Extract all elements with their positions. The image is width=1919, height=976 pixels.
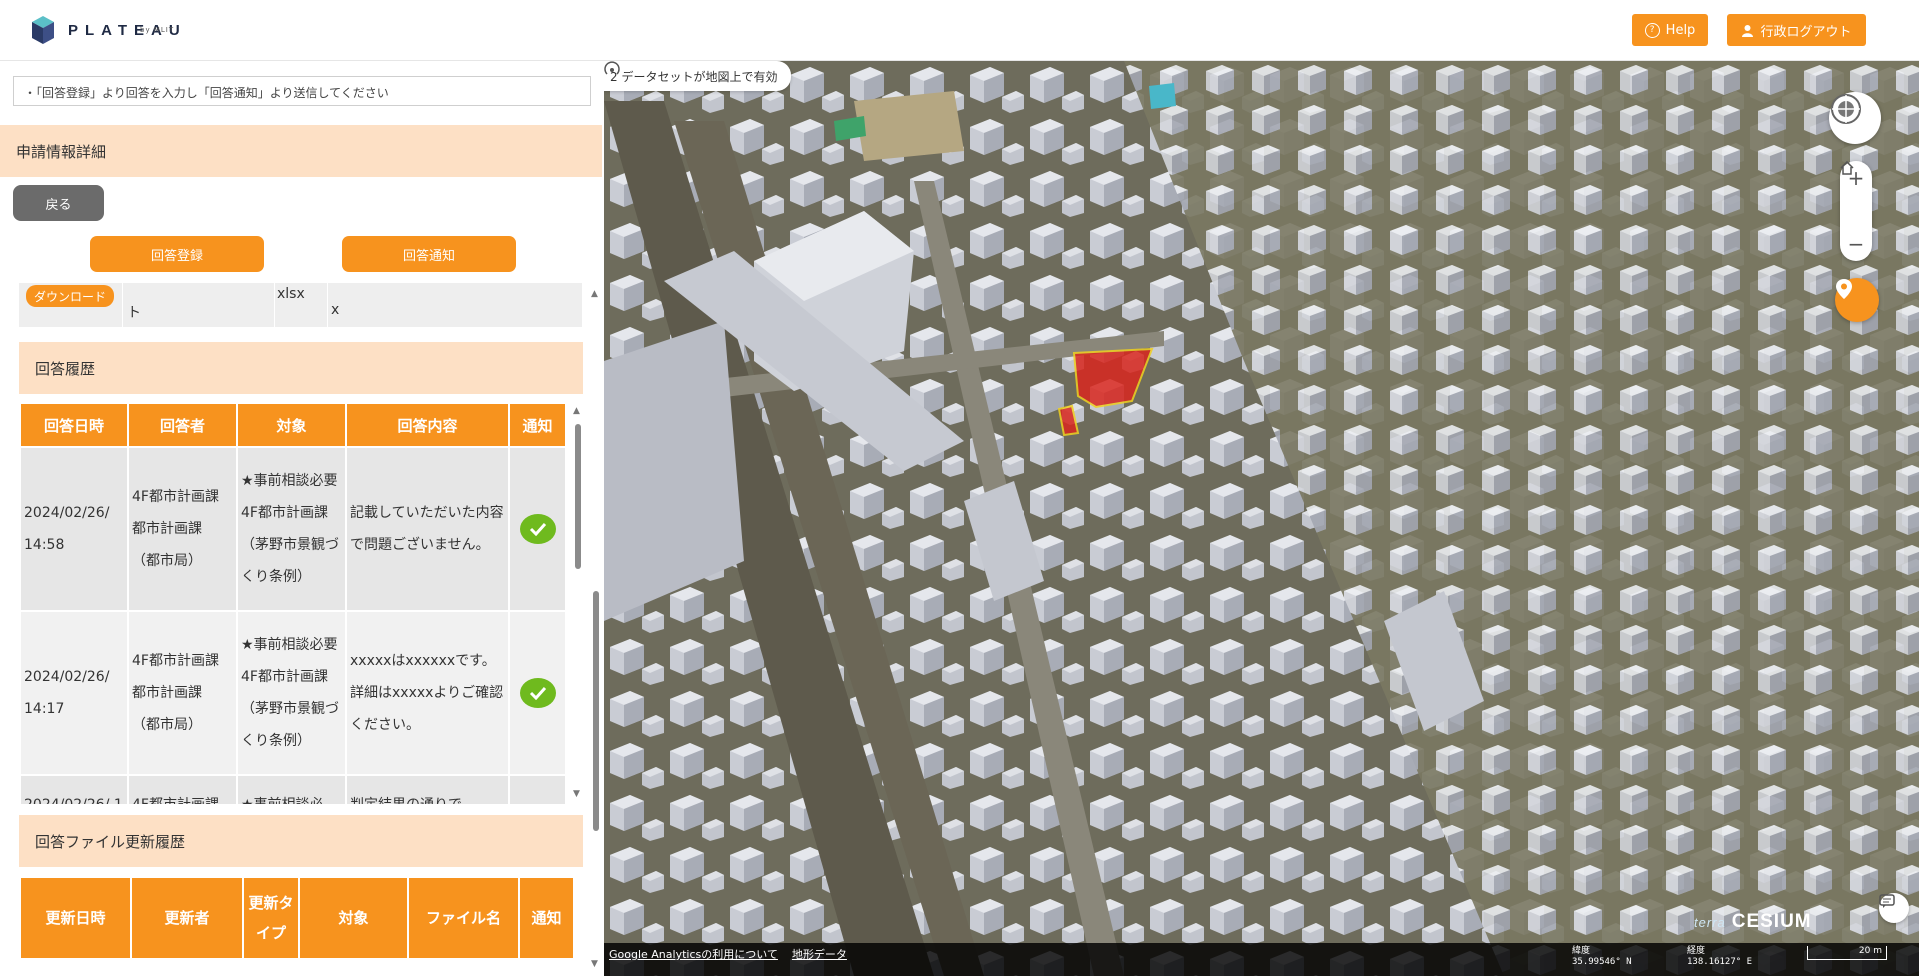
logout-button[interactable]: 行政ログアウト [1727, 14, 1866, 46]
table-row[interactable]: 2024/02/26/ 1 4F都市計画課 ★事前相談必 判定結果の通りで [21, 776, 565, 804]
latitude-label: 緯度 [1572, 946, 1591, 956]
longitude-readout: 経度 138.16127° E [1687, 946, 1752, 968]
col-header-update-date: 更新日時 [21, 878, 130, 958]
col-header-target: 対象 [300, 878, 407, 958]
panel-scroll-thumb[interactable] [593, 591, 599, 831]
file-cell-text-2: x [331, 302, 340, 318]
map-branding: terra CESIUM [1694, 911, 1812, 933]
dataset-status[interactable]: 2 データセットが地図上で有効 [604, 61, 792, 91]
check-icon [519, 678, 556, 708]
layers-icon [604, 61, 620, 75]
cell-responder: 4F都市計画課 [129, 776, 236, 804]
panel-scroll-up-icon[interactable]: ▲ [591, 289, 598, 299]
left-panel: ・「回答登録」より回答を入力し「回答通知」より送信してください 申請情報詳細 戻… [0, 61, 602, 976]
col-header-notify: 通知 [520, 878, 573, 958]
scroll-down-icon[interactable]: ▼ [573, 789, 580, 799]
cell-divider [274, 283, 275, 327]
question-icon: ? [1644, 22, 1660, 38]
latitude-value: 35.99546° N [1572, 957, 1632, 967]
scroll-up-icon[interactable]: ▲ [573, 406, 580, 416]
my-location-button[interactable] [1835, 278, 1879, 322]
cell-divider [327, 283, 328, 327]
col-header-content: 回答内容 [347, 404, 508, 448]
col-header-target: 対象 [238, 404, 345, 448]
cell-divider [122, 283, 123, 327]
answer-history-heading: 回答履歴 [19, 342, 583, 394]
terra-logo: terra [1694, 914, 1726, 930]
compass-icon [1831, 94, 1861, 124]
col-header-notify: 通知 [510, 404, 565, 448]
cell-notify [510, 448, 565, 612]
cell-date: 2024/02/26/ 14:17 [21, 612, 127, 776]
scroll-thumb[interactable] [575, 424, 581, 569]
answer-register-button[interactable]: 回答登録 [90, 236, 264, 272]
cell-responder: 4F都市計画課 都市計画課 （都市局） [129, 612, 236, 776]
latitude-readout: 緯度 35.99546° N [1572, 946, 1632, 968]
file-list-row: ダウンロード ト xlsx x [19, 283, 582, 327]
col-header-date: 回答日時 [21, 404, 127, 448]
google-analytics-link[interactable]: Google Analyticsの利用について [609, 948, 778, 961]
app-header: PLATEAU by MLIT ? Help 行政ログアウト [0, 0, 1919, 61]
location-pin-icon [1836, 279, 1852, 299]
file-ext-cell: xlsx [277, 286, 305, 302]
table-row[interactable]: 2024/02/26/ 14:58 4F都市計画課 都市計画課 （都市局） ★事… [21, 448, 565, 612]
col-header-responder: 回答者 [129, 404, 236, 448]
logo-subtext: by MLIT [140, 26, 175, 34]
cell-target: ★事前相談必 [238, 776, 345, 804]
cesium-logo: CESIUM [1731, 911, 1812, 932]
longitude-value: 138.16127° E [1687, 957, 1753, 967]
back-button[interactable]: 戻る [13, 185, 104, 221]
application-detail-heading: 申請情報詳細 [0, 125, 602, 177]
file-cell-text: ト [127, 305, 141, 321]
answer-notify-button[interactable]: 回答通知 [342, 236, 516, 272]
zoom-out-icon[interactable]: − [1840, 227, 1872, 260]
cell-target: ★事前相談必要 4F都市計画課（茅野市景観づくり条例） [238, 448, 352, 612]
map-canvas[interactable] [604, 61, 1919, 976]
answer-file-history-heading: 回答ファイル更新履歴 [19, 815, 583, 867]
cell-notify [510, 612, 565, 776]
home-icon[interactable] [1840, 161, 1872, 227]
scale-bar: 20 m [1807, 946, 1887, 960]
table-row[interactable]: 2024/02/26/ 14:17 4F都市計画課 都市計画課 （都市局） ★事… [21, 612, 565, 776]
logout-label: 行政ログアウト [1760, 24, 1852, 40]
check-icon [519, 514, 556, 544]
cell-content: xxxxxはxxxxxxです。詳細はxxxxxよりご確認ください。 [347, 612, 508, 776]
help-button[interactable]: ? Help [1632, 14, 1708, 46]
cell-date: 2024/02/26/ 1 [21, 776, 127, 804]
answer-history-table[interactable]: 回答日時 回答者 対象 回答内容 通知 2024/02/26/ 14:58 4F… [19, 404, 567, 804]
file-history-table[interactable]: 更新日時 更新者 更新タイプ 対象 ファイル名 通知 [19, 878, 583, 976]
answer-table-scrollbar[interactable]: ▲ ▼ [573, 404, 582, 804]
download-button[interactable]: ダウンロード [26, 285, 114, 307]
cell-content: 判定結果の通りで [347, 776, 508, 804]
longitude-label: 経度 [1687, 946, 1706, 956]
compass-control[interactable] [1829, 92, 1881, 144]
cell-notify [510, 776, 565, 804]
cell-date: 2024/02/26/ 14:58 [21, 448, 127, 612]
map-viewer[interactable]: 2 データセットが地図上で有効 + − terra CESIUM Google … [604, 61, 1919, 976]
zoom-control: + − [1840, 161, 1872, 261]
col-header-updater: 更新者 [132, 878, 242, 958]
col-header-filename: ファイル名 [409, 878, 518, 958]
panel-scroll-down-icon[interactable]: ▼ [591, 959, 598, 969]
plateau-cube-icon [32, 16, 54, 44]
user-icon [1742, 24, 1754, 37]
feedback-icon[interactable] [1879, 893, 1909, 923]
col-header-update-type: 更新タイプ [244, 878, 298, 958]
cell-content: 記載していただいた内容で問題ございません。 [347, 448, 508, 612]
cell-responder: 4F都市計画課 都市計画課 （都市局） [129, 448, 236, 612]
help-label: Help [1665, 22, 1696, 38]
map-footer: Google Analyticsの利用について 地形データ 緯度 35.9954… [604, 943, 1919, 976]
dataset-status-text: 2 データセットが地図上で有効 [610, 69, 778, 84]
terrain-data-link[interactable]: 地形データ [792, 948, 847, 961]
cell-target: ★事前相談必要 4F都市計画課（茅野市景観づくり条例） [238, 612, 352, 776]
instruction-text: ・「回答登録」より回答を入力し「回答通知」より送信してください [13, 76, 591, 106]
